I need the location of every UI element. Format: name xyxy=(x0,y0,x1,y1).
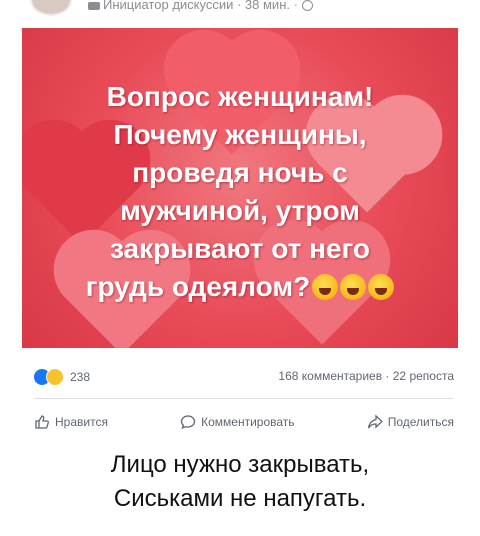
post-meta: Инициатор дискуссии · 38 мин. · xyxy=(88,0,313,12)
caption-line: Сиськами не напугать. xyxy=(113,485,367,512)
like-label: Нравится xyxy=(55,415,108,429)
divider xyxy=(34,398,454,399)
post-image[interactable]: Вопрос женщинам! Почему женщины, проведя… xyxy=(22,28,458,348)
image-text-line: мужчиной, утром xyxy=(120,195,360,226)
share-label: Поделиться xyxy=(387,415,454,429)
image-text-line: закрывают от него xyxy=(109,233,371,264)
globe-icon xyxy=(301,0,313,12)
comments-shares-count[interactable]: 168 комментариев · 22 репоста xyxy=(278,369,454,383)
caption-text: Лицо нужно закрывать, Сиськами не напуга… xyxy=(0,448,480,516)
post-stats: 238 168 комментариев · 22 репоста xyxy=(34,368,454,388)
post-image-text: Вопрос женщинам! Почему женщины, проведя… xyxy=(22,78,458,306)
image-text-last-line: грудь одеялом? xyxy=(22,268,458,306)
laughing-tears-emoji-icon xyxy=(312,274,339,300)
image-text-line: проведя ночь с xyxy=(132,157,348,188)
reaction-count[interactable]: 238 xyxy=(70,370,90,384)
comment-icon xyxy=(180,415,196,430)
share-button[interactable]: Поделиться xyxy=(367,414,454,430)
caption-line: Лицо нужно закрывать, xyxy=(110,451,370,478)
like-button[interactable]: Нравится xyxy=(34,414,108,430)
haha-reaction-icon[interactable] xyxy=(46,368,64,386)
image-text-line: грудь одеялом? xyxy=(85,271,311,302)
share-arrow-icon xyxy=(367,414,383,429)
post-header: Инициатор дискуссии · 38 мин. · xyxy=(0,0,480,22)
image-text-line: Почему женщины, xyxy=(113,119,367,150)
thumbs-up-icon xyxy=(35,415,49,429)
badge-icon xyxy=(88,1,100,10)
laughing-tears-emoji-icon xyxy=(368,274,395,300)
image-text-line: Вопрос женщинам! xyxy=(106,81,374,112)
laughing-tears-emoji-icon xyxy=(340,274,367,300)
comment-label: Комментировать xyxy=(201,415,295,429)
author-avatar[interactable] xyxy=(30,0,72,16)
comment-button[interactable]: Комментировать xyxy=(180,414,295,430)
post-meta-text: Инициатор дискуссии · 38 мин. · xyxy=(103,0,298,12)
action-bar: Нравится Комментировать Поделиться xyxy=(34,410,454,434)
